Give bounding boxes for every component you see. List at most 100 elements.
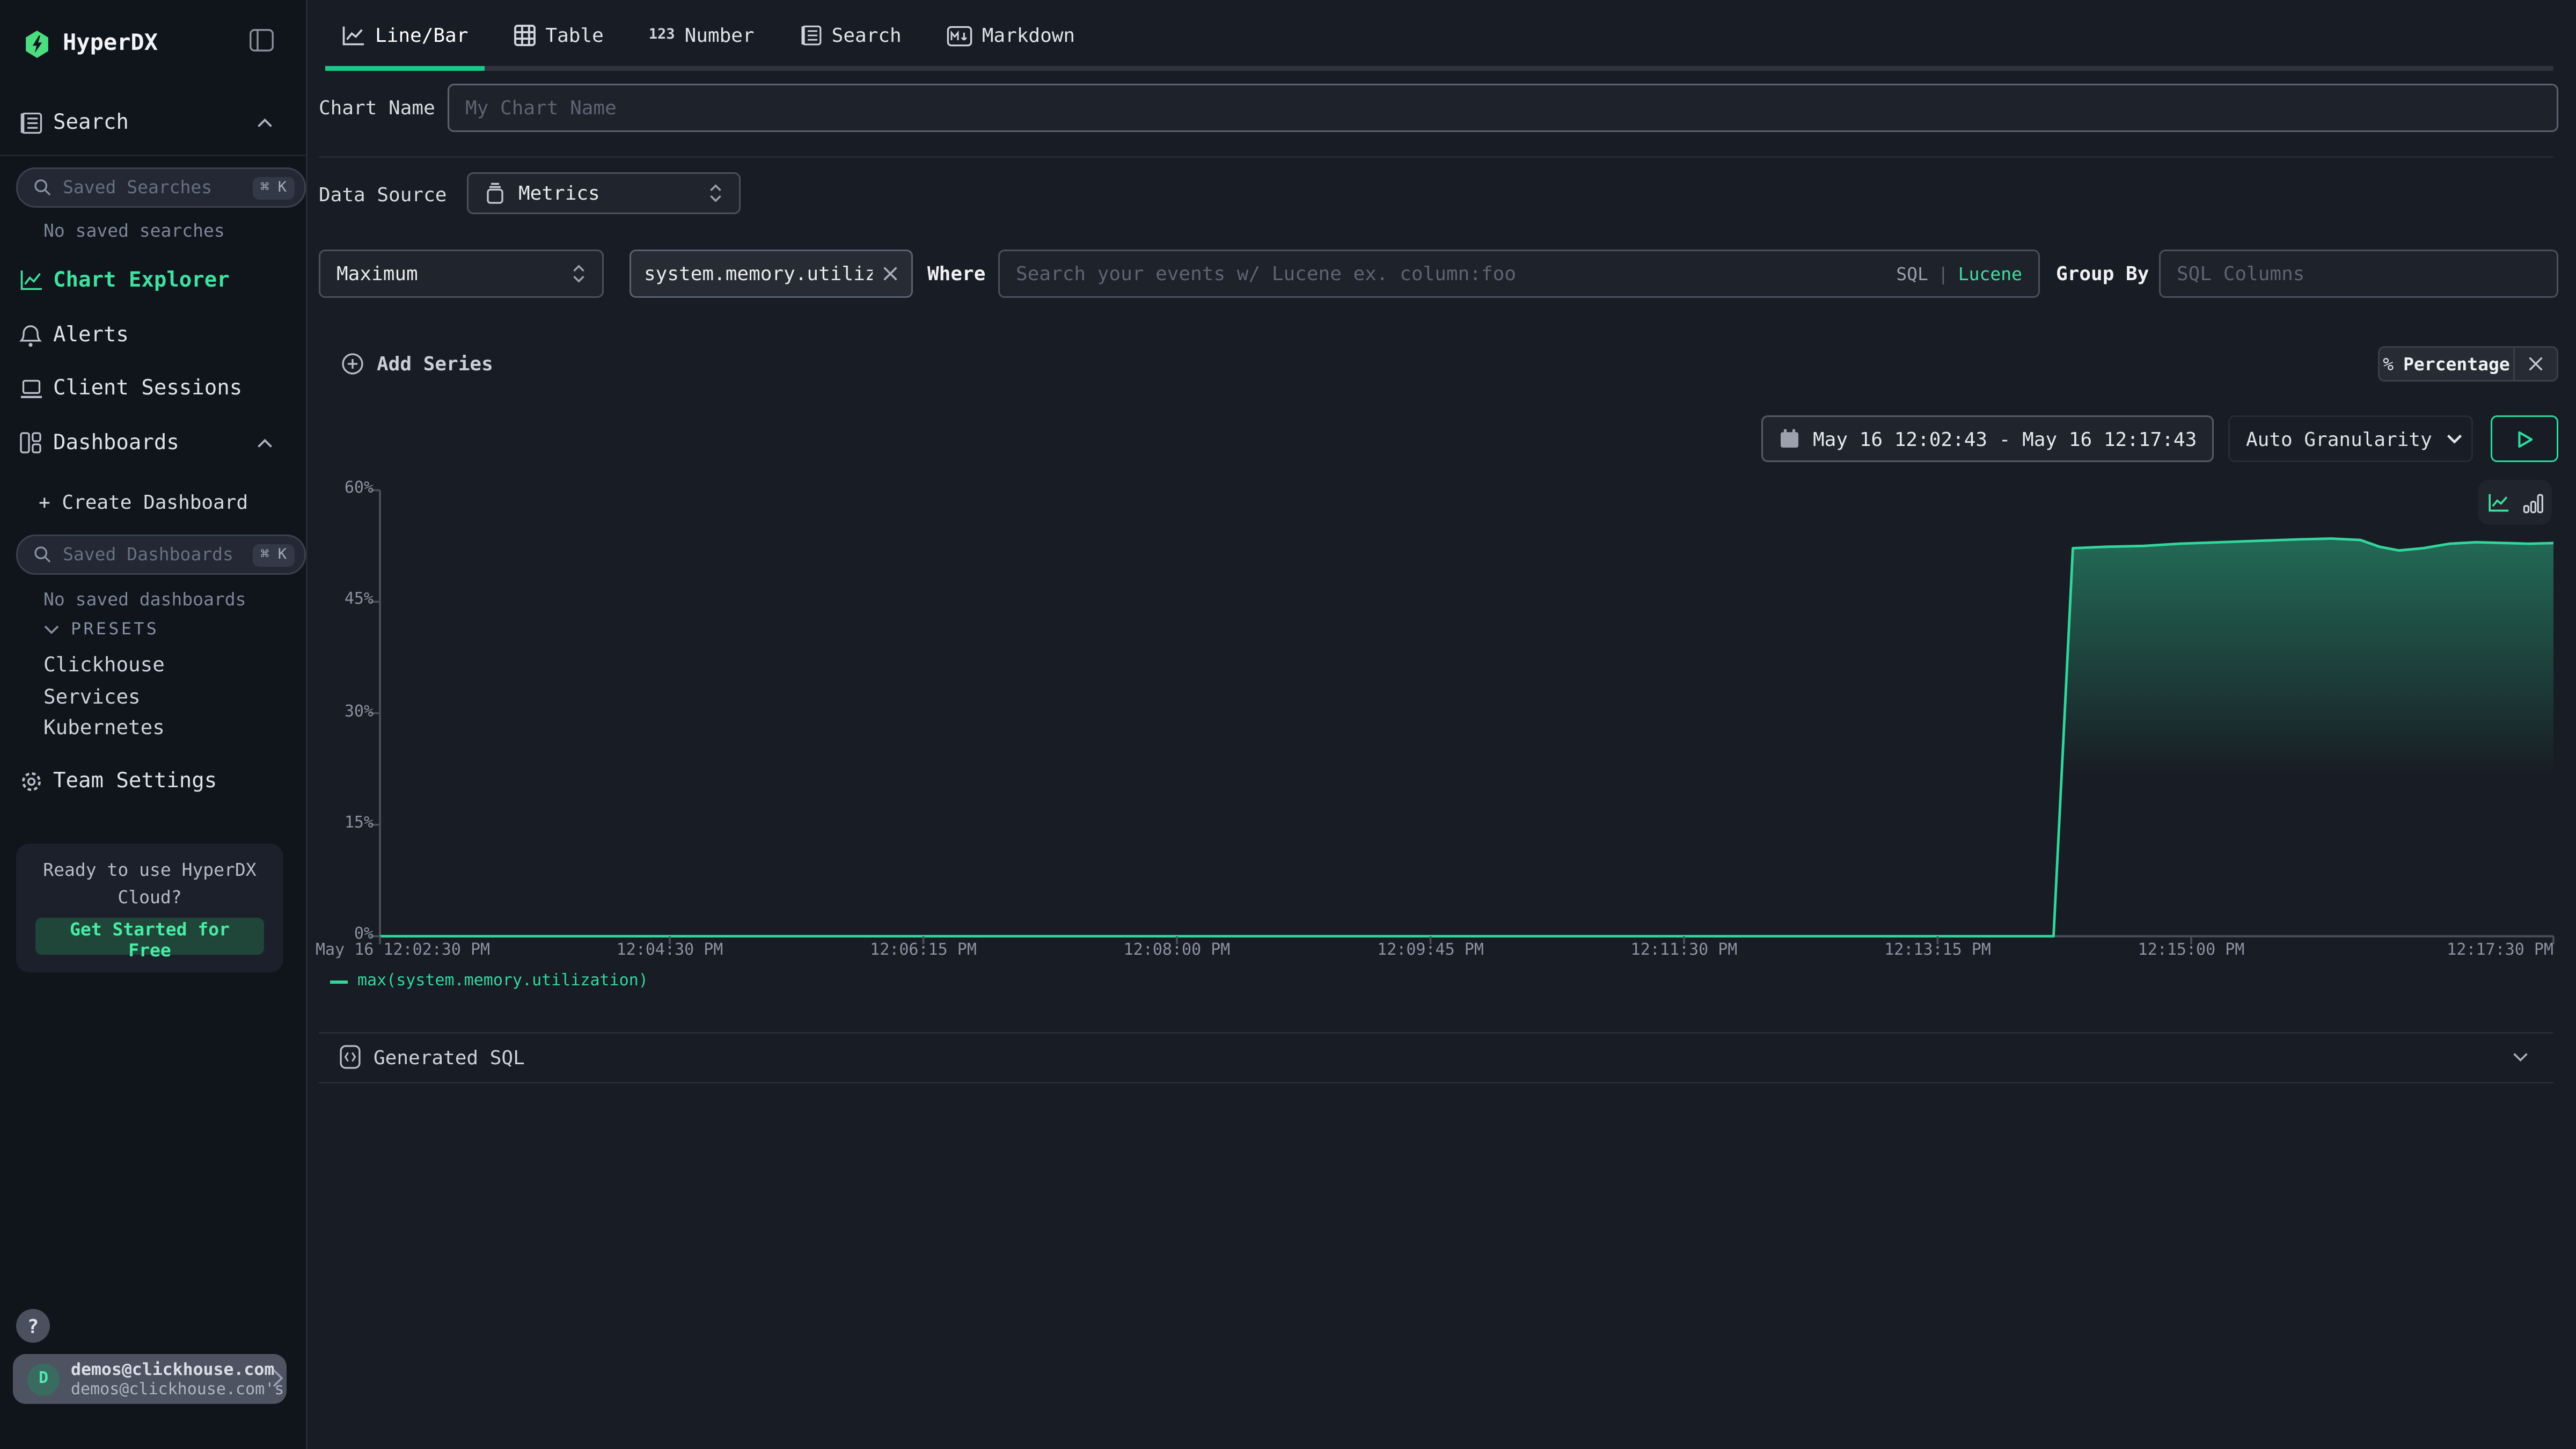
chevron-down-icon	[2445, 433, 2463, 444]
collapse-sidebar-button[interactable]	[250, 29, 274, 52]
tab-search[interactable]: Search	[784, 0, 918, 71]
aggregation-select[interactable]: Maximum	[319, 250, 604, 298]
brand-name: HyperDX	[63, 31, 158, 56]
percentage-remove-button[interactable]	[2513, 348, 2557, 380]
add-series-label: Add Series	[377, 353, 493, 375]
metric-chip[interactable]: system.memory.utiliza	[630, 250, 913, 298]
circle-plus-icon	[341, 353, 364, 375]
date-range-picker[interactable]: May 16 12:02:43 - May 16 12:17:43	[1761, 415, 2214, 462]
language-divider: |	[1938, 264, 1949, 284]
avatar: D	[27, 1363, 60, 1395]
sidebar-item-client-sessions[interactable]: Client Sessions	[0, 369, 306, 407]
date-range-value: May 16 12:02:43 - May 16 12:17:43	[1813, 428, 2197, 450]
chart-area[interactable]	[306, 475, 2576, 974]
search-icon	[34, 179, 52, 196]
cloud-promo-line2: Cloud?	[16, 887, 283, 908]
saved-searches-search[interactable]: ⌘ K	[16, 167, 306, 208]
sidebar-item-dashboards[interactable]: Dashboards	[0, 423, 306, 462]
table-icon	[513, 24, 536, 47]
group-by-label: Group By	[2056, 262, 2149, 285]
x-tick-label: 12:15:00 PM	[2138, 942, 2245, 960]
chevron-up-icon[interactable]	[256, 117, 274, 128]
percentage-label: Percentage	[2403, 354, 2510, 375]
data-source-value: Metrics	[518, 182, 696, 204]
presets-header-label: PRESETS	[71, 620, 159, 639]
tab-underline-track	[325, 66, 2553, 71]
get-started-button[interactable]: Get Started for Free	[35, 918, 264, 955]
granularity-value: Auto Granularity	[2246, 428, 2432, 450]
sql-option[interactable]: SQL	[1896, 264, 1928, 284]
search-icon	[34, 546, 52, 564]
y-tick-label: 60%	[319, 480, 374, 497]
where-field[interactable]: SQL | Lucene	[998, 250, 2040, 298]
sidebar-item-label: Chart Explorer	[53, 268, 230, 292]
section-divider	[319, 156, 2553, 158]
chart-name-input[interactable]	[449, 97, 2557, 119]
y-tick-label: 0%	[319, 926, 374, 943]
x-tick-label: 12:04:30 PM	[617, 942, 723, 960]
chart-legend: max(system.memory.utilization)	[330, 972, 648, 990]
log-search-icon	[19, 111, 43, 135]
user-menu[interactable]: D demos@clickhouse.com demos@clickhouse.…	[13, 1354, 287, 1404]
saved-searches-input[interactable]	[60, 175, 252, 200]
chevron-up-icon[interactable]	[256, 437, 274, 449]
percentage-toggle: % Percentage	[2378, 346, 2558, 382]
run-query-button[interactable]	[2491, 415, 2558, 462]
sidebar-item-chart-explorer[interactable]: Chart Explorer	[0, 261, 306, 299]
tab-line-bar[interactable]: Line/Bar	[325, 0, 484, 71]
sidebar-item-label: Team Settings	[53, 769, 217, 793]
tab-table[interactable]: Table	[497, 0, 619, 71]
percentage-button[interactable]: % Percentage	[2380, 348, 2513, 380]
granularity-select[interactable]: Auto Granularity	[2228, 415, 2473, 462]
code-icon	[340, 1045, 361, 1069]
create-dashboard-button[interactable]: + Create Dashboard	[39, 491, 248, 514]
tab-label: Table	[545, 24, 603, 47]
data-source-select[interactable]: Metrics	[467, 172, 741, 214]
query-language-toggle[interactable]: SQL | Lucene	[1896, 264, 2038, 284]
x-tick-label: May 16 12:02:30 PM	[316, 942, 490, 960]
chart-type-tabs: Line/Bar Table 123 Number Search Markdow…	[325, 0, 1091, 71]
preset-item-services[interactable]: Services	[43, 684, 141, 708]
series-area	[380, 539, 2553, 936]
sidebar-item-label: Dashboards	[53, 431, 179, 455]
select-caret-icon	[572, 264, 586, 283]
tab-label: Search	[832, 24, 902, 47]
hyperdx-logo-icon	[24, 30, 50, 57]
preset-item-kubernetes[interactable]: Kubernetes	[43, 715, 165, 739]
help-button[interactable]: ?	[16, 1309, 50, 1343]
legend-line-swatch	[330, 980, 348, 983]
chart-svg	[306, 475, 2576, 974]
calendar-icon	[1779, 428, 1800, 449]
sidebar-item-team-settings[interactable]: Team Settings	[0, 762, 306, 800]
presets-header[interactable]: PRESETS	[43, 620, 159, 639]
gear-icon	[19, 769, 43, 793]
saved-dashboards-search[interactable]: ⌘ K	[16, 535, 306, 575]
group-by-input[interactable]	[2161, 262, 2557, 285]
sidebar-item-label: Search	[53, 111, 129, 135]
y-tick-label: 45%	[319, 591, 374, 609]
x-tick-label: 12:06:15 PM	[870, 942, 977, 960]
tab-markdown[interactable]: Markdown	[931, 0, 1091, 71]
lucene-option[interactable]: Lucene	[1958, 264, 2022, 284]
x-tick-label: 12:09:45 PM	[1377, 942, 1484, 960]
laptop-icon	[19, 378, 43, 399]
where-input[interactable]	[1000, 262, 1896, 285]
close-icon[interactable]	[882, 266, 898, 282]
generated-sql-row[interactable]: Generated SQL	[319, 1032, 2553, 1084]
chevron-down-icon	[2512, 1051, 2529, 1063]
sidebar-item-alerts[interactable]: Alerts	[0, 316, 306, 354]
group-by-field[interactable]	[2159, 250, 2558, 298]
sidebar-item-search[interactable]: Search	[0, 103, 306, 142]
chevron-down-icon	[43, 625, 60, 634]
preset-item-clickhouse[interactable]: Clickhouse	[43, 652, 165, 676]
shortcut-badge: ⌘ K	[252, 177, 295, 199]
add-series-button[interactable]: Add Series	[341, 346, 493, 382]
tab-number[interactable]: 123 Number	[633, 0, 771, 71]
brand-row: HyperDX	[24, 23, 158, 64]
saved-dashboards-input[interactable]	[60, 543, 252, 567]
chart-name-field[interactable]	[448, 84, 2558, 132]
play-icon	[2516, 429, 2534, 449]
shortcut-badge: ⌘ K	[252, 544, 295, 566]
where-label: Where	[927, 262, 985, 285]
y-tick-label: 30%	[319, 703, 374, 721]
